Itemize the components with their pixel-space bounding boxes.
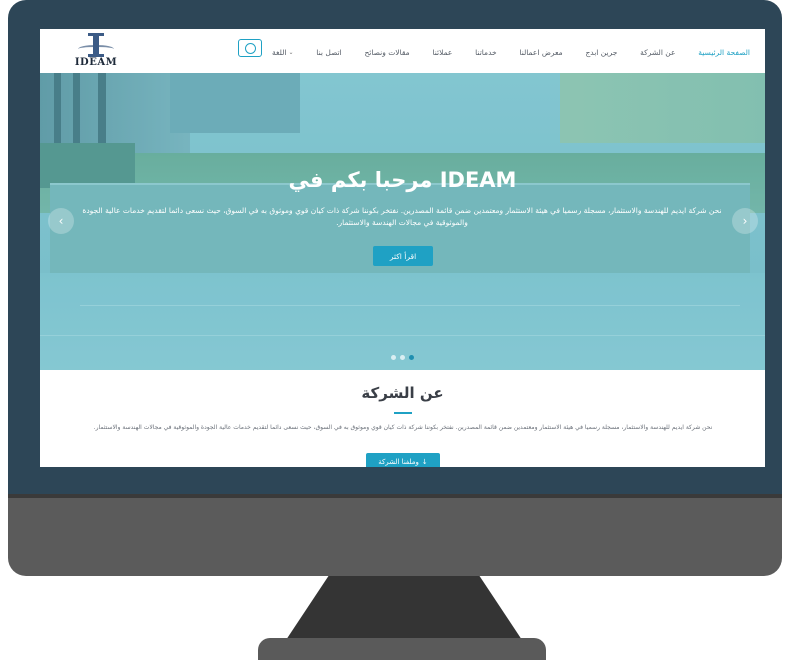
chevron-left-icon: ‹ (58, 214, 64, 228)
nav-item-home[interactable]: الصفحة الرئيسية (698, 48, 750, 57)
hero-title: مرحبا بكم في IDEAM (288, 168, 517, 192)
about-description: نحن شركة ايديم للهندسة والاستثمار، مسجلة… (93, 424, 713, 431)
nav-item-clients[interactable]: عملائنا (432, 48, 452, 57)
download-icon: ↓ (421, 458, 428, 466)
language-dropdown[interactable]: اللغة ⌄ (272, 48, 294, 57)
monitor-chin (8, 498, 782, 576)
slider-dot-active[interactable] (409, 355, 414, 360)
chevron-right-icon: › (742, 214, 748, 228)
read-more-button[interactable]: اقرأ اكثر (373, 246, 433, 266)
about-title: عن الشركة (361, 384, 444, 402)
slider-dots (40, 355, 765, 360)
whatsapp-button[interactable] (238, 39, 262, 57)
nav-item-articles[interactable]: مقالات ونصائح (364, 48, 409, 57)
monitor-stand-base (258, 638, 546, 660)
chevron-down-icon: ⌄ (288, 48, 294, 56)
nav-item-contact[interactable]: اتصل بنا (316, 48, 341, 57)
company-profile-button[interactable]: وملفنا الشركة ↓ (366, 453, 440, 467)
nav-item-services[interactable]: خدماتنا (475, 48, 497, 57)
site-logo[interactable]: IDEAM (72, 33, 120, 71)
nav-item-green-edge[interactable]: جرين ابدج (585, 48, 617, 57)
nav-item-portfolio[interactable]: معرض اعمالنا (519, 48, 562, 57)
slider-prev-button[interactable]: ‹ (48, 208, 74, 234)
slider-next-button[interactable]: › (732, 208, 758, 234)
slider-dot[interactable] (391, 355, 396, 360)
monitor-stand-neck (286, 576, 522, 640)
main-nav: الصفحة الرئيسية عن الشركة جرين ابدج معرض… (272, 43, 750, 61)
language-label: اللغة (272, 47, 287, 57)
logo-text: IDEAM (74, 57, 118, 68)
hero-slider: مرحبا بكم في IDEAM نحن شركة ايديم للهندس… (40, 73, 765, 370)
whatsapp-icon (244, 42, 256, 54)
hero-description: نحن شركة ايديم للهندسة والاستثمار، مسجلة… (82, 206, 722, 227)
website-screen: IDEAM الصفحة الرئيسية عن الشركة جرين ابد… (40, 29, 765, 467)
about-title-underline (394, 412, 412, 414)
logo-mark-icon (88, 33, 104, 57)
slider-dot[interactable] (400, 355, 405, 360)
nav-item-about[interactable]: عن الشركة (640, 48, 675, 57)
company-profile-label: وملفنا الشركة (378, 458, 419, 466)
site-header: IDEAM الصفحة الرئيسية عن الشركة جرين ابد… (40, 29, 765, 73)
